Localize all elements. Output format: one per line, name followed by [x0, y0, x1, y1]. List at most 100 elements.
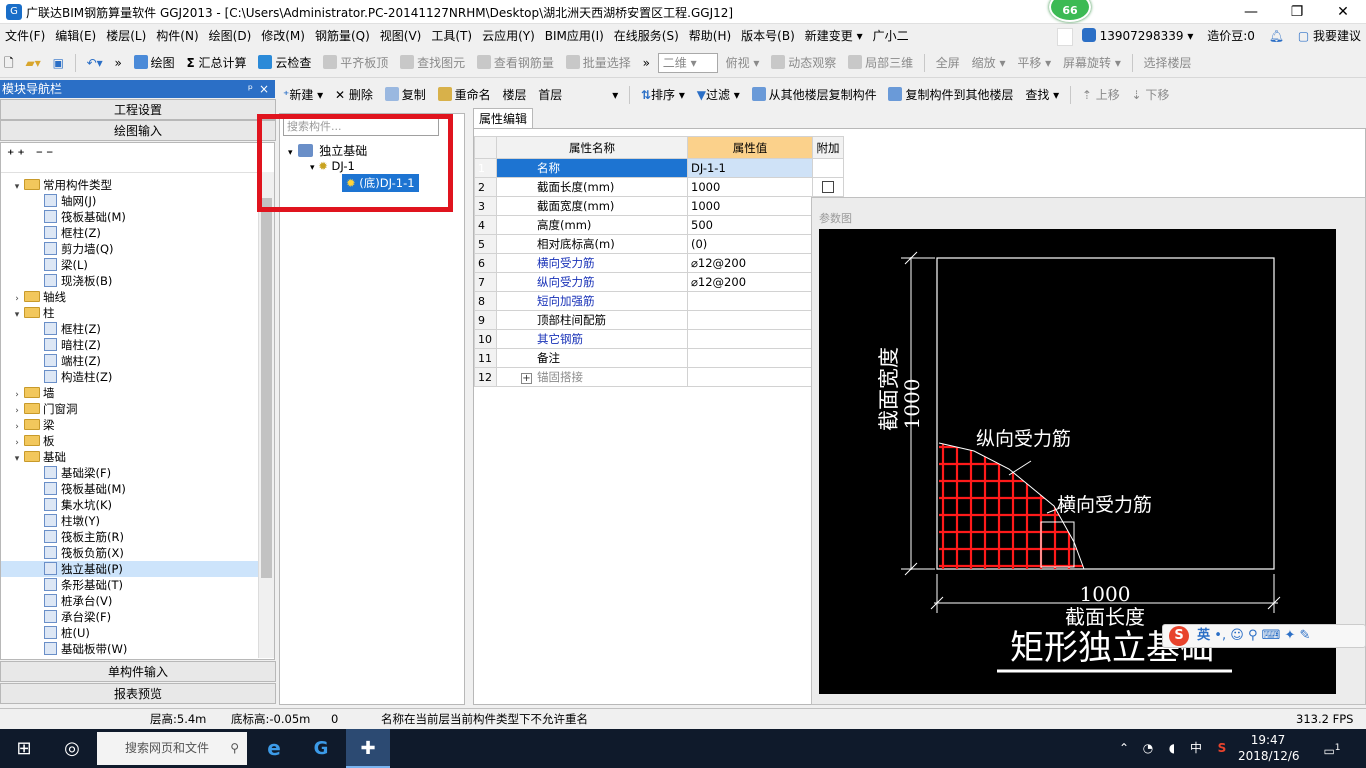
- view-mode-select[interactable]: 二维 ▾: [657, 53, 718, 73]
- tools-icon[interactable]: ✦ ✎: [1285, 628, 1311, 643]
- menu-item-1[interactable]: 编辑(E): [50, 24, 101, 48]
- menu-item-5[interactable]: 修改(M): [256, 24, 310, 48]
- score-badge[interactable]: 66: [1049, 0, 1091, 22]
- extra-checkbox[interactable]: [822, 181, 834, 193]
- copy-button[interactable]: 复制: [381, 82, 430, 108]
- menu-item-8[interactable]: 工具(T): [426, 24, 477, 48]
- tree-item[interactable]: 筏板主筋(R): [1, 529, 274, 545]
- tree-folder[interactable]: › 墙: [1, 385, 274, 401]
- sogou-tray-icon[interactable]: S: [1210, 729, 1234, 768]
- tree-scrollbar[interactable]: [258, 172, 274, 658]
- clock[interactable]: 19:47 2018/12/6: [1238, 729, 1300, 768]
- tree-item[interactable]: 桩承台(V): [1, 593, 274, 609]
- tree-folder[interactable]: › 其它: [1, 657, 274, 660]
- tree-item[interactable]: 独立基础(P): [1, 561, 274, 577]
- tree-item[interactable]: 端柱(Z): [1, 353, 274, 369]
- menu-item-12[interactable]: 帮助(H): [684, 24, 736, 48]
- browser-360-icon[interactable]: ◎: [52, 729, 92, 768]
- property-row[interactable]: 10 其它钢筋: [474, 329, 844, 349]
- nav-section-single-input[interactable]: 单构件输入: [0, 661, 276, 682]
- save-icon[interactable]: ▣: [49, 50, 68, 76]
- cloud-check-button[interactable]: 云检查: [254, 50, 315, 76]
- property-row[interactable]: 4 高度(mm) 500: [474, 215, 844, 235]
- windows-start-icon[interactable]: ⊞: [0, 729, 48, 768]
- menu-item-0[interactable]: 文件(F): [0, 24, 50, 48]
- sum-calc-button[interactable]: Σ 汇总计算: [183, 50, 251, 76]
- minimize-button[interactable]: —: [1228, 0, 1274, 24]
- local-3d-button[interactable]: 局部三维: [844, 50, 917, 76]
- menu-item-10[interactable]: BIM应用(I): [540, 24, 609, 48]
- tree-folder[interactable]: › 轴线: [1, 289, 274, 305]
- extra-cell[interactable]: [812, 177, 844, 197]
- tree-folder[interactable]: ▾ 常用构件类型: [1, 177, 274, 193]
- ime-lang-icon[interactable]: 英: [1197, 628, 1210, 643]
- tree-item[interactable]: 框柱(Z): [1, 321, 274, 337]
- rotate-button[interactable]: 屏幕旋转 ▾: [1059, 50, 1125, 76]
- property-row[interactable]: 2 截面长度(mm) 1000: [474, 177, 844, 197]
- menu-item-3[interactable]: 构件(N): [151, 24, 203, 48]
- notification-icon[interactable]: ▭1: [1318, 729, 1346, 768]
- menu-item-2[interactable]: 楼层(L): [101, 24, 151, 48]
- overflow-icon-2[interactable]: »: [639, 50, 654, 76]
- find-button[interactable]: 查找 ▾: [1021, 82, 1063, 108]
- tree-folder[interactable]: › 梁: [1, 417, 274, 433]
- property-value[interactable]: DJ-1-1: [687, 158, 813, 178]
- property-row[interactable]: 3 截面宽度(mm) 1000: [474, 196, 844, 216]
- property-value[interactable]: 500: [687, 215, 813, 235]
- batch-select-button[interactable]: 批量选择: [562, 50, 635, 76]
- emoji-icon[interactable]: ☺: [1230, 628, 1244, 643]
- property-row[interactable]: 8 短向加强筋: [474, 291, 844, 311]
- nav-section-draw-input[interactable]: 绘图输入: [0, 120, 276, 141]
- extra-cell[interactable]: [812, 158, 844, 178]
- rename-button[interactable]: 重命名: [434, 82, 495, 108]
- expand-toggle[interactable]: ›: [11, 659, 23, 660]
- tree-item[interactable]: 框柱(Z): [1, 225, 274, 241]
- dynamic-view-button[interactable]: 动态观察: [767, 50, 840, 76]
- blank-box[interactable]: [1056, 27, 1073, 46]
- tree-item[interactable]: 暗柱(Z): [1, 337, 274, 353]
- tab-property-edit[interactable]: 属性编辑: [473, 108, 533, 128]
- property-value[interactable]: (0): [687, 234, 813, 254]
- property-value[interactable]: [687, 310, 813, 330]
- property-row[interactable]: 9 顶部柱间配筋: [474, 310, 844, 330]
- move-down-button[interactable]: ⇣ 下移: [1128, 82, 1174, 108]
- property-value[interactable]: [687, 348, 813, 368]
- tree-folder[interactable]: ▾ 柱: [1, 305, 274, 321]
- property-value[interactable]: [687, 329, 813, 349]
- property-value[interactable]: [687, 291, 813, 311]
- tree-item[interactable]: 轴网(J): [1, 193, 274, 209]
- tree-item[interactable]: 条形基础(T): [1, 577, 274, 593]
- filter-button[interactable]: ▼过滤 ▾: [693, 82, 744, 108]
- taskbar-search-box[interactable]: 搜索网页和文件 ⚲: [97, 732, 247, 765]
- tree-item[interactable]: 筏板基础(M): [1, 481, 274, 497]
- tree-item[interactable]: 柱墩(Y): [1, 513, 274, 529]
- tree-folder[interactable]: › 门窗洞: [1, 401, 274, 417]
- draw-button[interactable]: 绘图: [130, 50, 179, 76]
- zoom-button[interactable]: 缩放 ▾: [968, 50, 1010, 76]
- bell-icon[interactable]: 🔔︎: [1264, 24, 1289, 48]
- close-button[interactable]: ✕: [1320, 0, 1366, 24]
- volume-icon[interactable]: ◖: [1160, 729, 1184, 768]
- property-value[interactable]: ⌀12@200: [687, 272, 813, 292]
- tree-folder[interactable]: ▾ 基础: [1, 449, 274, 465]
- tree-item[interactable]: 构造柱(Z): [1, 369, 274, 385]
- property-row[interactable]: 5 相对底标高(m) (0): [474, 234, 844, 254]
- top-view-button[interactable]: 俯视 ▾: [722, 50, 764, 76]
- property-value[interactable]: ⌀12@200: [687, 253, 813, 273]
- expand-toggle[interactable]: +: [521, 373, 532, 384]
- property-row[interactable]: 1 名称 DJ-1-1: [474, 158, 844, 178]
- punct-icon[interactable]: •,: [1214, 628, 1226, 643]
- property-value[interactable]: 1000: [687, 196, 813, 216]
- select-floor-button[interactable]: 选择楼层: [1140, 50, 1196, 76]
- network-icon[interactable]: ◔: [1136, 729, 1160, 768]
- nav-section-report-preview[interactable]: 报表预览: [0, 683, 276, 704]
- menu-item-13[interactable]: 版本号(B): [736, 24, 800, 48]
- expand-collapse-tools[interactable]: ⁺⁺ ⁻⁻: [1, 143, 274, 173]
- pin-icon[interactable]: ᵖ: [248, 80, 253, 98]
- property-value[interactable]: 1000: [687, 177, 813, 197]
- keyboard-icon[interactable]: ⌨: [1262, 628, 1281, 643]
- move-up-button[interactable]: ⇡ 上移: [1078, 82, 1124, 108]
- tree-item[interactable]: 基础板带(W): [1, 641, 274, 657]
- view-steel-button[interactable]: 查看钢筋量: [473, 50, 558, 76]
- suggest-button[interactable]: ▢ 我要建议: [1293, 24, 1366, 48]
